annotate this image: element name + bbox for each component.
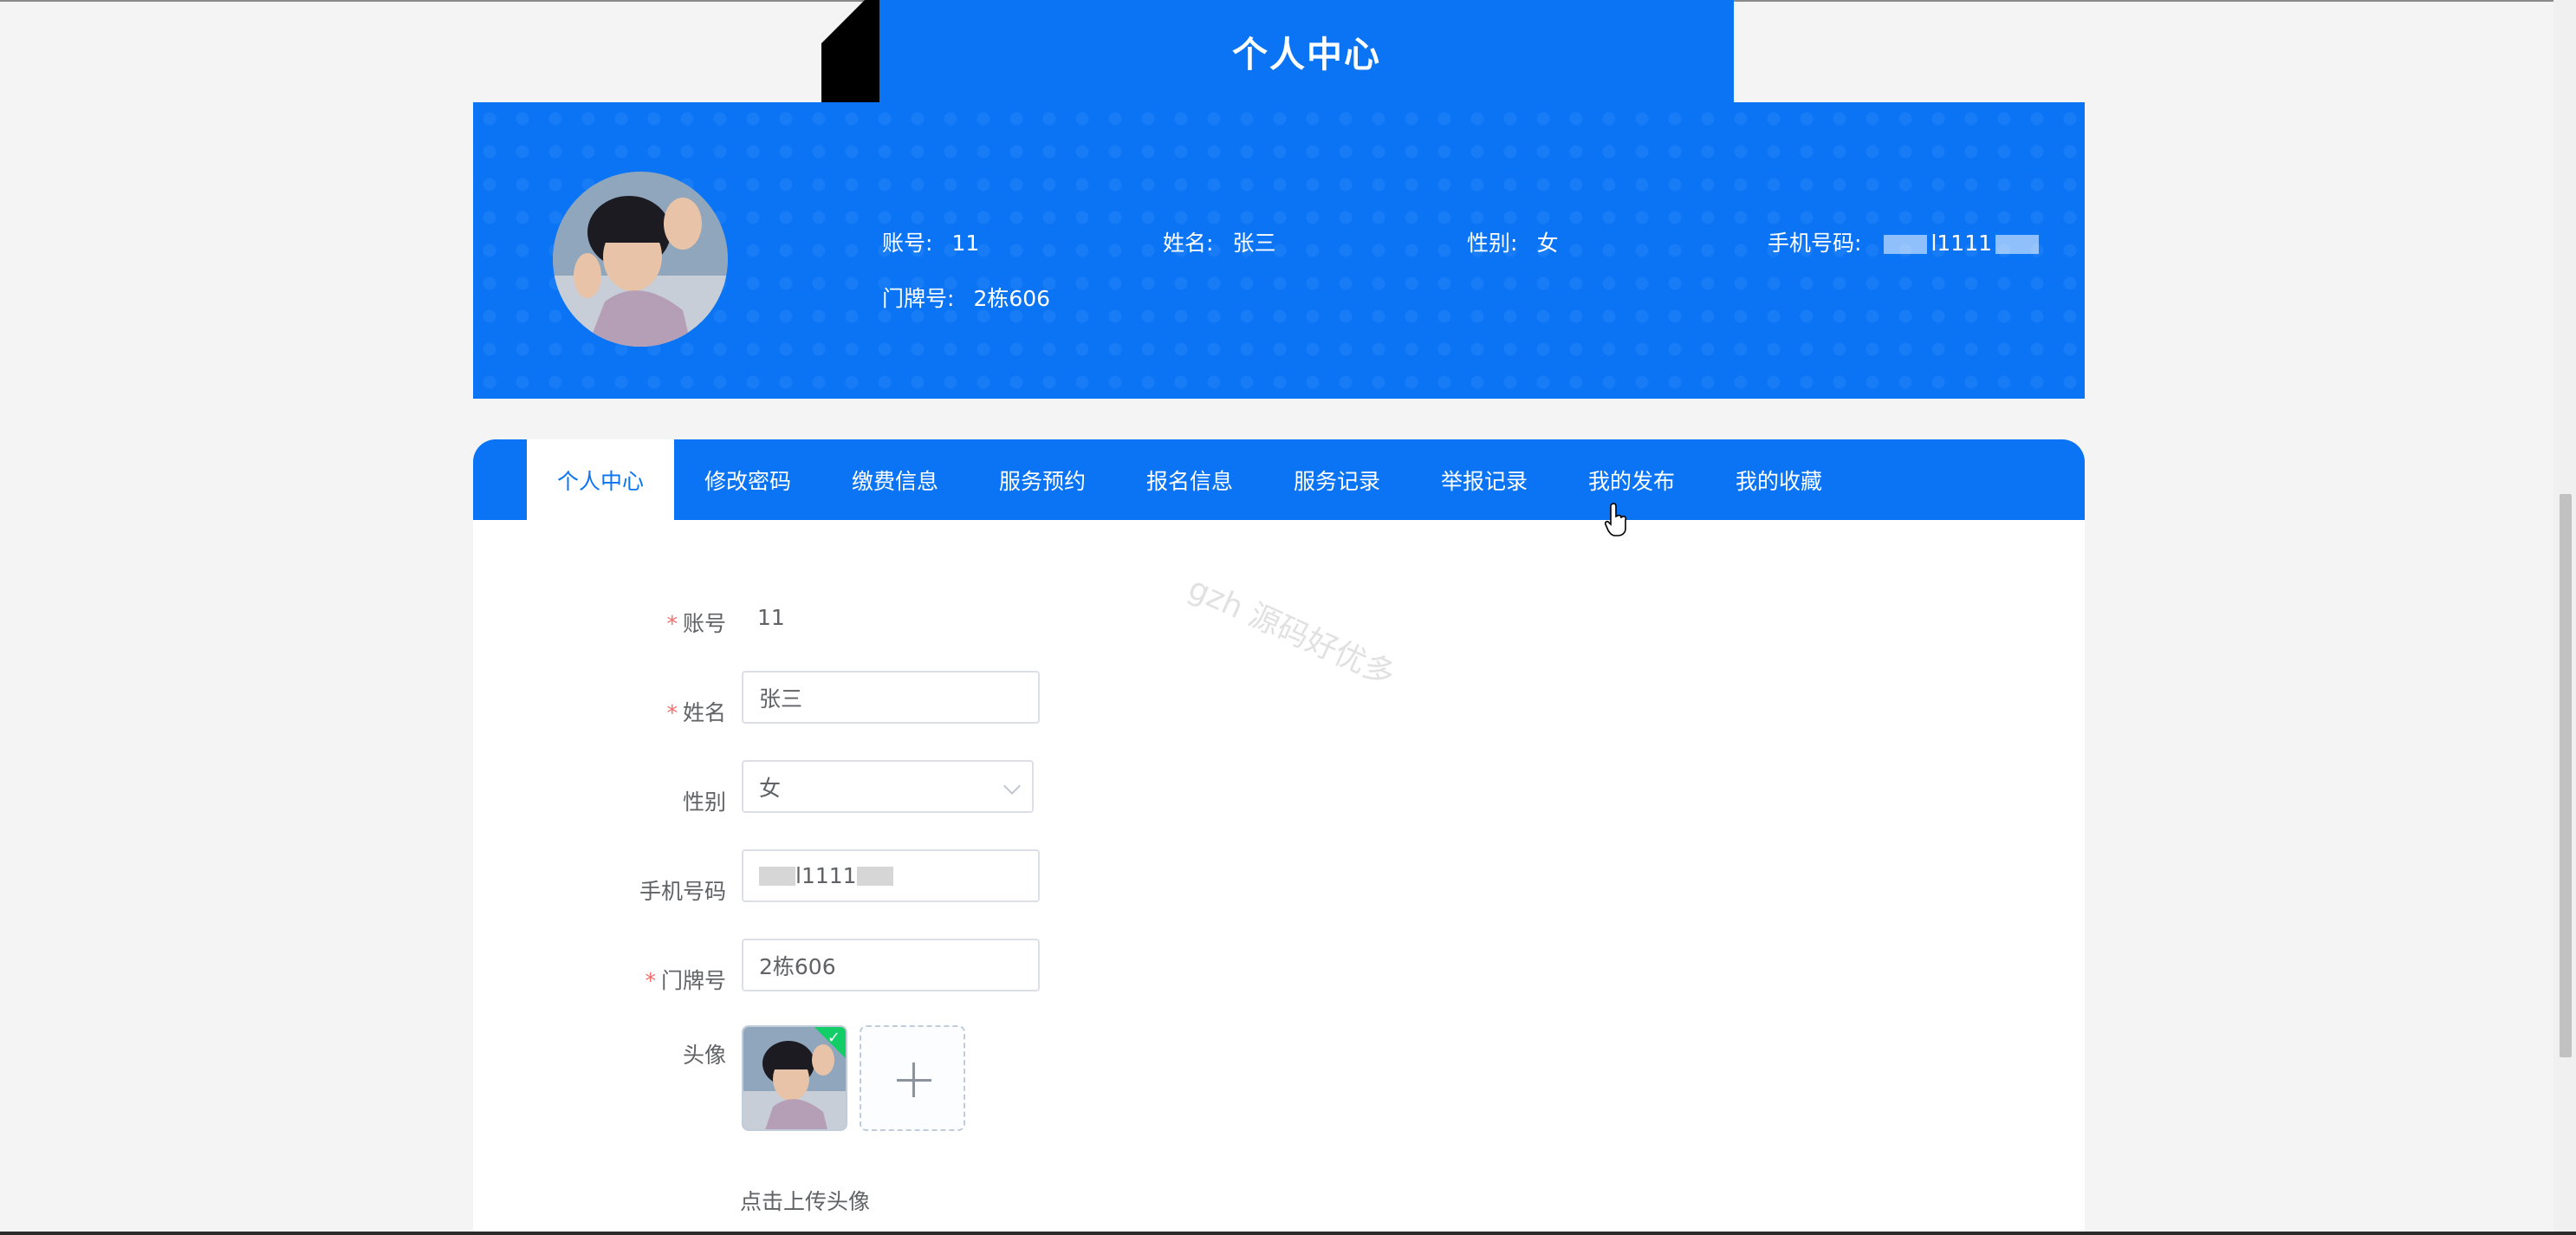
redacted-region (856, 866, 893, 886)
page-title-tab: 个人中心 (879, 0, 1734, 102)
uploaded-avatar-thumbnail[interactable]: ✓ (742, 1025, 847, 1131)
scrollbar-thumb[interactable] (2560, 494, 2572, 1057)
profile-banner: 账号: 11 姓名: 张三 性别: 女 手机号码: l1111 门牌号: 2栋606 (473, 102, 2085, 399)
title-tab-corner-decoration (821, 0, 880, 102)
required-asterisk: * (666, 611, 678, 636)
watermark-text: gzh 源码好优多 (1183, 570, 1400, 693)
gender-label: 性别 (682, 790, 726, 815)
required-asterisk: * (666, 700, 678, 725)
page-title: 个人中心 (1232, 34, 1381, 75)
avatar-photo-icon (553, 172, 728, 347)
tab-service-booking[interactable]: 服务预约 (969, 439, 1116, 520)
tab-my-posts[interactable]: 我的发布 (1558, 439, 1705, 520)
tab-registration-info[interactable]: 报名信息 (1116, 439, 1263, 520)
name-label: * 姓名 (666, 700, 726, 725)
account-label: * 账号 (666, 611, 726, 636)
phone-input[interactable]: l1111 (742, 849, 1040, 902)
avatar-label: 头像 (682, 1043, 726, 1068)
hand-cursor-icon (1605, 503, 1627, 536)
avatar-upload-button[interactable] (860, 1025, 965, 1131)
profile-door-number: 门牌号: 2栋606 (882, 286, 1051, 311)
tab-personal-center[interactable]: 个人中心 (527, 439, 674, 520)
tab-my-favorites[interactable]: 我的收藏 (1705, 439, 1853, 520)
gender-select[interactable]: 女 (742, 760, 1034, 813)
profile-tabs: 个人中心 修改密码 缴费信息 服务预约 报名信息 服务记录 举报记录 我的发布 … (473, 439, 2085, 520)
chevron-down-icon (1003, 777, 1021, 795)
account-value: 11 (757, 605, 785, 630)
page-scrollbar[interactable] (2553, 0, 2576, 1232)
tab-report-records[interactable]: 举报记录 (1411, 439, 1558, 520)
door-number-input[interactable]: 2栋606 (742, 939, 1040, 991)
tab-service-records[interactable]: 服务记录 (1263, 439, 1411, 520)
required-asterisk: * (645, 968, 656, 993)
door-number-label: * 门牌号 (645, 968, 726, 993)
profile-form-panel: gzh 源码好优多 * 账号 11 * 姓名 张三 性别 女 手机号码 l1111 … (473, 520, 2085, 1232)
profile-account: 账号: 11 (882, 231, 980, 256)
profile-avatar (553, 172, 728, 347)
upload-avatar-tip: 点击上传头像 (740, 1189, 871, 1214)
tab-payment-info[interactable]: 缴费信息 (821, 439, 969, 520)
profile-phone: 手机号码: l1111 (1768, 226, 2042, 257)
redacted-region (759, 866, 795, 886)
window-bottom-border (0, 1232, 2576, 1235)
profile-name: 姓名: 张三 (1163, 231, 1276, 256)
redacted-region (1884, 235, 1928, 254)
check-icon: ✓ (827, 1029, 840, 1047)
redacted-region (1995, 235, 2040, 254)
tab-change-password[interactable]: 修改密码 (674, 439, 821, 520)
name-input[interactable]: 张三 (742, 671, 1040, 724)
phone-label: 手机号码 (639, 879, 726, 904)
profile-gender: 性别: 女 (1467, 231, 1559, 256)
